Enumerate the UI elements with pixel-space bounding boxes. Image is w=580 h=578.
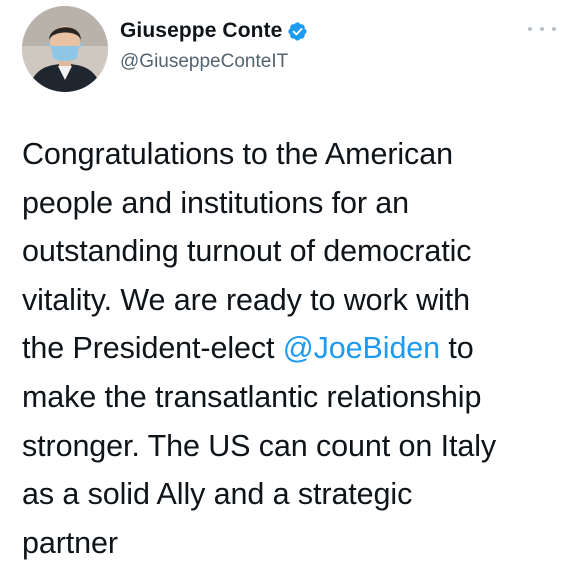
more-dot	[552, 27, 556, 31]
tweet-text: Congratulations to the American people a…	[22, 130, 562, 567]
user-handle[interactable]: @GiuseppeConteIT	[120, 51, 308, 73]
tweet-text-line: make the transatlantic relationship	[22, 379, 482, 414]
tweet-text-line: as a solid Ally and a strategic	[22, 477, 413, 512]
avatar-photo-icon	[22, 6, 108, 92]
mention-link[interactable]: @JoeBiden	[283, 331, 440, 365]
tweet-header: Giuseppe Conte @GiuseppeConteIT	[22, 4, 558, 96]
tweet-text-segment: the President-elect	[22, 331, 283, 366]
name-row: Giuseppe Conte	[120, 16, 308, 46]
tweet-text-line: stronger. The US can count on Italy	[22, 428, 497, 463]
verified-badge-icon	[287, 21, 308, 42]
tweet-text-line: vitality. We are ready to work with	[22, 282, 470, 317]
user-names: Giuseppe Conte @GiuseppeConteIT	[120, 16, 308, 73]
tweet-card: Giuseppe Conte @GiuseppeConteIT Congratu…	[0, 0, 580, 578]
tweet-text-line: people and institutions for an	[22, 185, 409, 220]
tweet-text-segment: to	[440, 331, 474, 366]
more-dot	[540, 27, 544, 31]
more-dot	[528, 27, 532, 31]
display-name[interactable]: Giuseppe Conte	[120, 19, 282, 43]
tweet-text-line: outstanding turnout of democratic	[22, 234, 472, 269]
tweet-text-line-with-mention: the President-elect @JoeBiden to	[22, 324, 562, 373]
tweet-text-line: Congratulations to the American	[22, 137, 453, 171]
tweet-text-line: partner	[22, 525, 118, 560]
more-options-icon[interactable]	[528, 22, 556, 36]
avatar[interactable]	[22, 6, 108, 92]
